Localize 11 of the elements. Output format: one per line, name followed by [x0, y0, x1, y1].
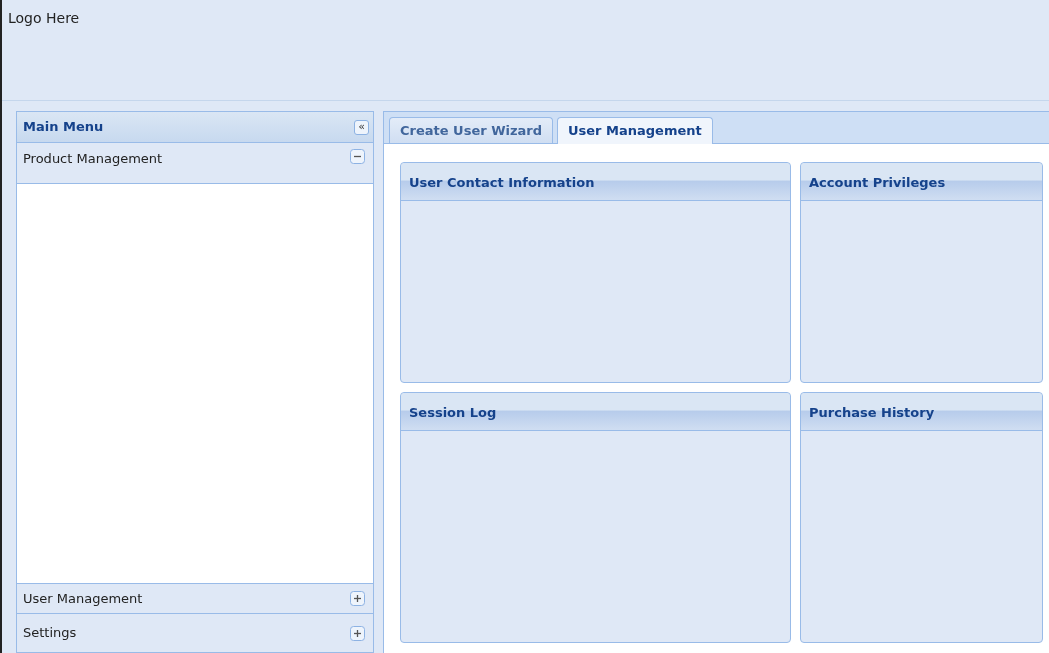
portlet-title: User Contact Information — [401, 163, 790, 201]
portlet-title: Purchase History — [801, 393, 1042, 431]
portlet-title: Account Privileges — [801, 163, 1042, 201]
tab[interactable]: User Management — [557, 117, 713, 144]
accordion-label[interactable]: Settings — [23, 623, 77, 643]
accordion-label[interactable]: Product Management — [23, 149, 163, 169]
portlet-title: Session Log — [401, 393, 790, 431]
collapse-button[interactable]: « — [354, 119, 369, 135]
panel-title: Main Menu — [23, 118, 104, 137]
tab[interactable]: Create User Wizard — [389, 117, 553, 143]
logo-text: Logo Here — [8, 10, 80, 26]
